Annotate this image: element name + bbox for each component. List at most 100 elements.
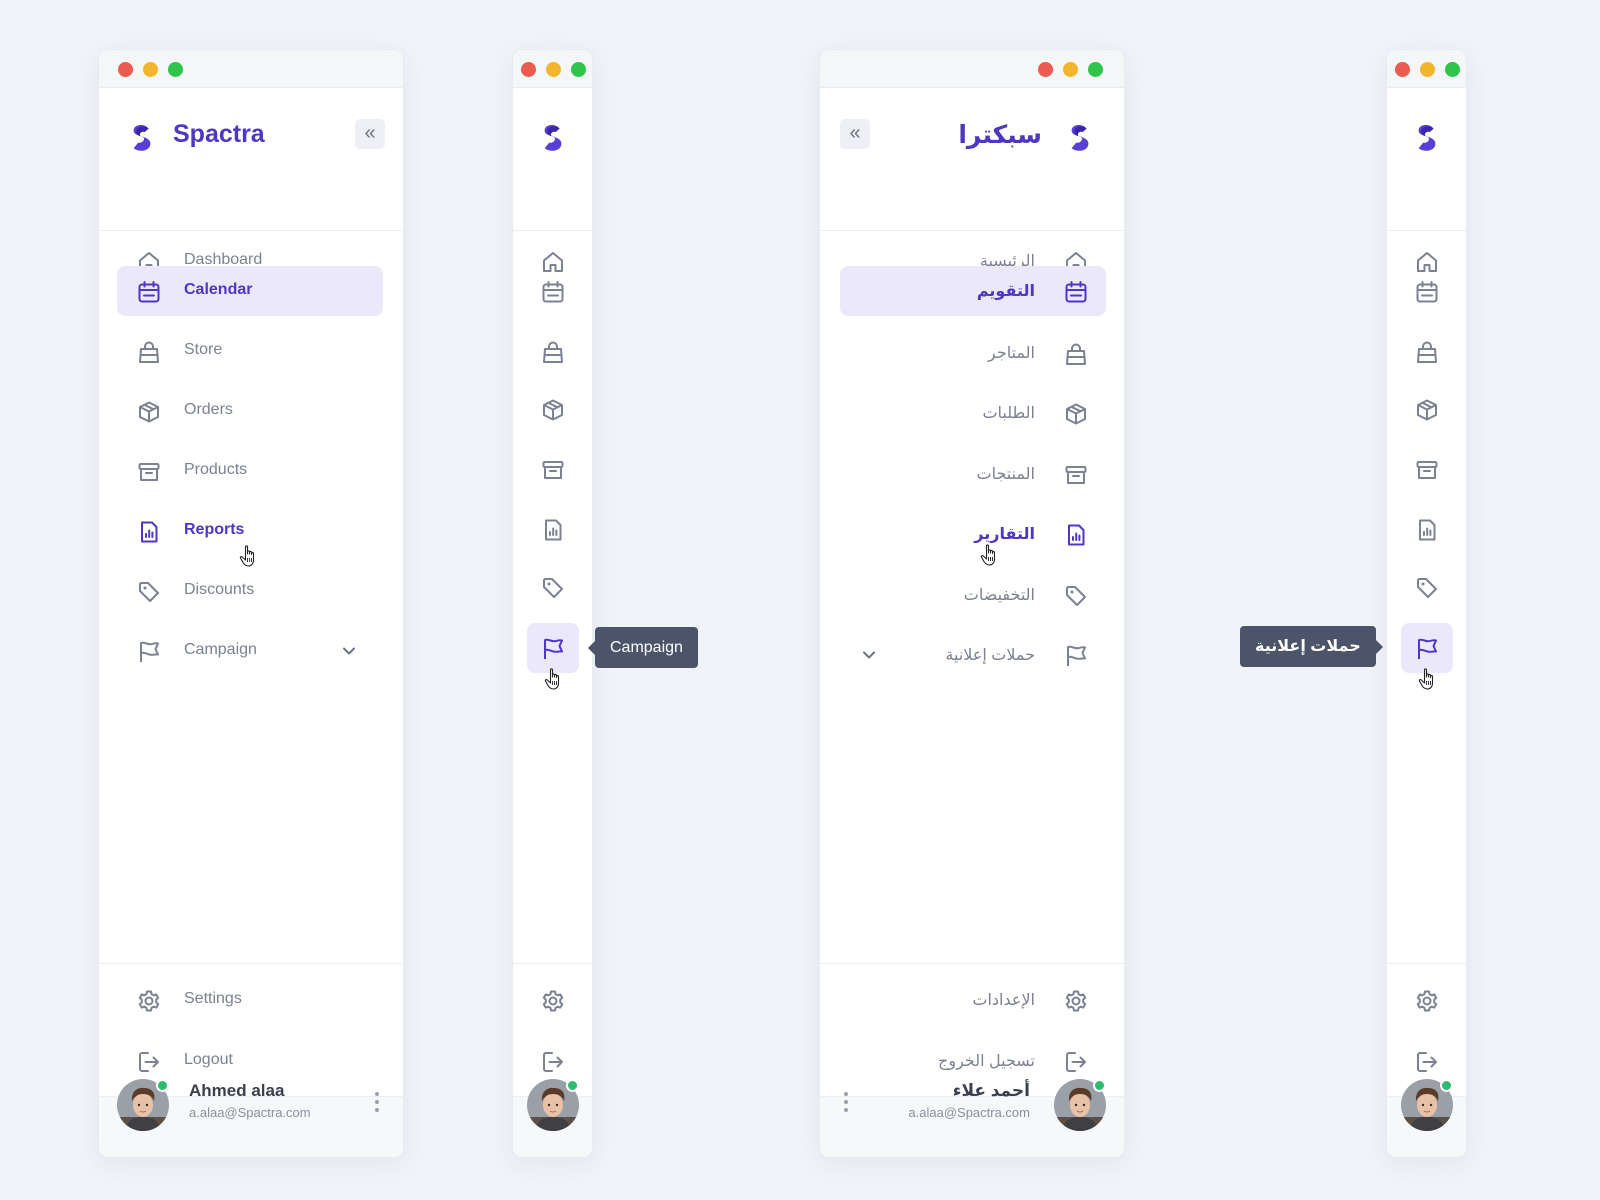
report-icon (539, 516, 567, 544)
minimize-window-button[interactable] (1063, 62, 1078, 77)
online-status-dot (156, 1079, 169, 1092)
archive-icon (539, 456, 567, 484)
nav-item-store[interactable]: Store (117, 326, 383, 376)
nav-item-products[interactable]: Products (117, 446, 383, 496)
hand-cursor-icon (239, 545, 255, 567)
maximize-window-button[interactable] (1088, 62, 1103, 77)
maximize-window-button[interactable] (168, 62, 183, 77)
avatar[interactable] (526, 1078, 580, 1132)
nav-label: المتاجر (988, 345, 1035, 362)
nav-label: Products (184, 461, 248, 478)
nav-item-store[interactable] (1401, 326, 1453, 376)
more-vertical-icon[interactable] (843, 1091, 849, 1113)
nav-item-discounts[interactable] (1401, 562, 1453, 612)
nav-item-logout[interactable]: Logout (117, 1036, 383, 1086)
nav-item-reports[interactable]: Reports (117, 506, 383, 567)
nav-label: الإعدادات (972, 992, 1035, 1009)
nav-item-calendar[interactable] (1401, 266, 1453, 316)
logout-icon (539, 1048, 567, 1076)
nav-label: Reports (184, 521, 245, 538)
nav-label: التقارير (974, 526, 1035, 543)
nav-item-calendar[interactable]: التقويم (840, 266, 1106, 316)
maximize-window-button[interactable] (1445, 62, 1460, 77)
nav-item-reports[interactable]: التقارير (840, 509, 1106, 566)
nav-item-products[interactable] (527, 444, 579, 494)
archive-icon (1413, 456, 1441, 484)
avatar[interactable] (1053, 1078, 1107, 1132)
online-status-dot (1093, 1079, 1106, 1092)
gear-icon (1062, 987, 1090, 1015)
shopping-bag-icon (1062, 340, 1090, 368)
nav-item-orders[interactable] (527, 384, 579, 434)
online-status-dot (566, 1079, 579, 1092)
collapse-sidebar-button[interactable]: « (355, 119, 385, 149)
nav-item-orders[interactable]: الطلبات (840, 388, 1106, 438)
nav-item-products[interactable] (1401, 444, 1453, 494)
user-email: a.alaa@Spactra.com (908, 1105, 1030, 1120)
maximize-window-button[interactable] (571, 62, 586, 77)
avatar[interactable] (1400, 1078, 1454, 1132)
tooltip-arrow (1375, 640, 1383, 654)
shopping-bag-icon (135, 338, 163, 366)
tooltip-text: حملات إعلانية (1255, 638, 1361, 655)
shopping-bag-icon (539, 338, 567, 366)
chevron-down-icon[interactable] (858, 644, 880, 666)
user-profile[interactable]: Ahmed alaa a.alaa@Spactra.com (99, 1078, 403, 1157)
close-window-button[interactable] (521, 62, 536, 77)
close-window-button[interactable] (1038, 62, 1053, 77)
user-name: Ahmed alaa (189, 1081, 285, 1100)
nav-item-store[interactable] (527, 326, 579, 376)
minimize-window-button[interactable] (143, 62, 158, 77)
window-titlebar (99, 50, 403, 88)
nav-item-campaign[interactable] (527, 623, 579, 690)
nav-label: تسجيل الخروج (938, 1053, 1035, 1070)
brand-header (513, 88, 592, 231)
hand-cursor-icon (980, 544, 996, 566)
calendar-icon (1413, 278, 1441, 306)
nav-item-discounts[interactable]: Discounts (117, 566, 383, 616)
nav-item-settings[interactable] (1401, 975, 1453, 1025)
tag-icon (539, 574, 567, 602)
nav-item-calendar[interactable]: Calendar (117, 266, 383, 316)
nav-item-logout[interactable]: تسجيل الخروج (840, 1036, 1106, 1086)
minimize-window-button[interactable] (1420, 62, 1435, 77)
avatar[interactable] (116, 1078, 170, 1132)
user-profile[interactable]: أحمد علاء a.alaa@Spactra.com (820, 1078, 1124, 1157)
nav-item-campaign[interactable]: Campaign (117, 626, 383, 676)
flag-icon (1413, 635, 1441, 663)
nav-label: Calendar (184, 281, 253, 298)
sidebar-collapsed-rtl (1386, 49, 1467, 1158)
nav-item-products[interactable]: المنتجات (840, 449, 1106, 499)
nav-item-settings[interactable] (527, 975, 579, 1025)
nav-label: Store (184, 341, 223, 358)
nav-item-store[interactable]: المتاجر (840, 328, 1106, 378)
nav-item-discounts[interactable]: التخفيضات (840, 570, 1106, 620)
flag-icon (1062, 642, 1090, 670)
flag-icon (135, 638, 163, 666)
close-window-button[interactable] (1395, 62, 1410, 77)
nav-item-discounts[interactable] (527, 562, 579, 612)
window-titlebar (820, 50, 1124, 88)
gear-icon (539, 987, 567, 1015)
brand-header (1387, 88, 1466, 231)
collapse-sidebar-button[interactable]: » (840, 119, 870, 149)
nav-item-reports[interactable] (1401, 504, 1453, 554)
nav-item-orders[interactable] (1401, 384, 1453, 434)
nav-item-reports[interactable] (527, 504, 579, 554)
nav-item-orders[interactable]: Orders (117, 386, 383, 436)
brand-header: Spactra « (99, 88, 403, 231)
gear-icon (135, 987, 163, 1015)
user-profile[interactable] (1387, 1078, 1466, 1157)
user-email: a.alaa@Spactra.com (189, 1105, 311, 1120)
more-vertical-icon[interactable] (374, 1091, 380, 1113)
close-window-button[interactable] (118, 62, 133, 77)
chevron-down-icon[interactable] (338, 640, 360, 662)
nav-item-campaign[interactable]: حملات إعلانية (840, 630, 1106, 680)
nav-item-settings[interactable]: Settings (117, 975, 383, 1025)
nav-item-settings[interactable]: الإعدادات (840, 975, 1106, 1025)
user-profile[interactable] (513, 1078, 592, 1157)
minimize-window-button[interactable] (546, 62, 561, 77)
nav-item-campaign[interactable] (1401, 623, 1453, 690)
hand-cursor-icon (544, 668, 560, 690)
nav-item-calendar[interactable] (527, 266, 579, 316)
